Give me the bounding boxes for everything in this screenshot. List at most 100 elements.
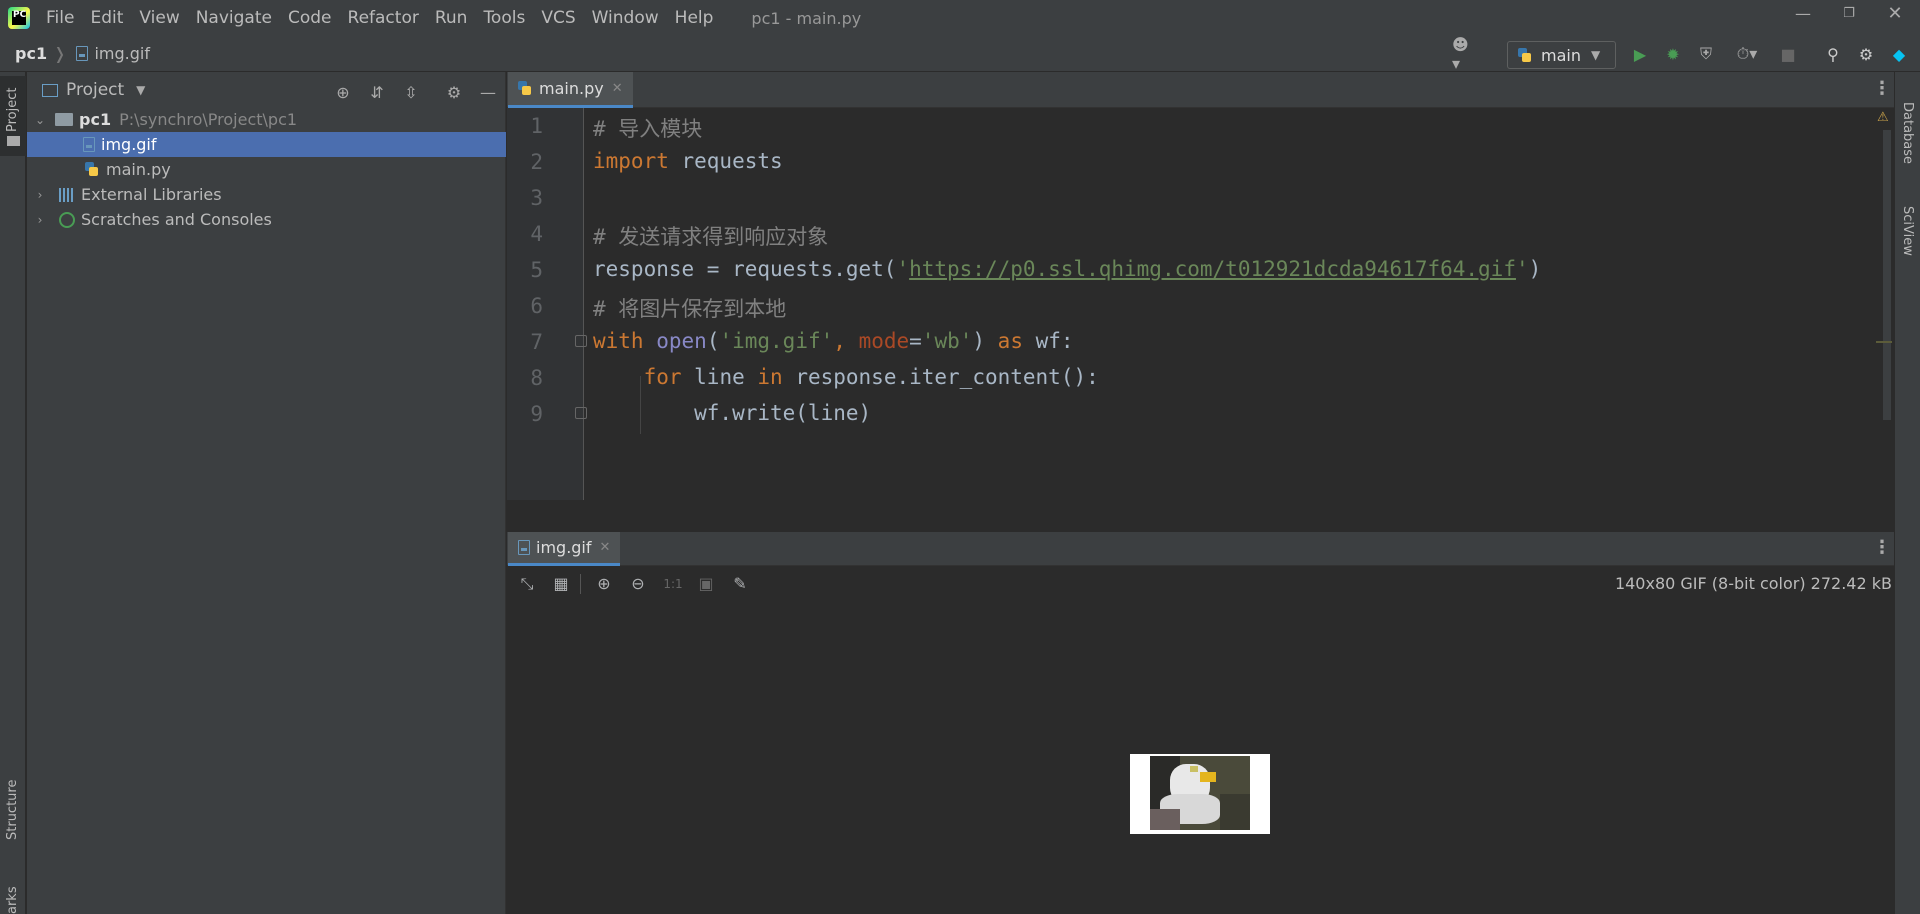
pycharm-logo-icon: PC bbox=[8, 7, 30, 29]
indent-guide bbox=[640, 376, 641, 434]
database-tool-label[interactable]: Database bbox=[1900, 102, 1915, 164]
menu-item-tools[interactable]: Tools bbox=[475, 0, 533, 36]
eagle-eye bbox=[1190, 766, 1198, 772]
chevron-right-icon[interactable]: › bbox=[33, 188, 47, 202]
editor-scrollbar[interactable] bbox=[1883, 130, 1891, 420]
settings-gear-icon[interactable]: ⚙ bbox=[444, 82, 464, 102]
minimize-icon[interactable]: — bbox=[1780, 0, 1826, 30]
code-token: = bbox=[909, 329, 922, 353]
menu-item-navigate[interactable]: Navigate bbox=[188, 0, 280, 36]
actual-size-button[interactable]: 1:1 bbox=[660, 574, 686, 594]
color-picker-icon[interactable]: ✎ bbox=[730, 574, 750, 594]
editor-tab-bar bbox=[507, 72, 1894, 108]
run-configuration-select[interactable]: main ▼ bbox=[1507, 41, 1616, 69]
menu-item-edit[interactable]: Edit bbox=[82, 0, 131, 36]
code-token: # 导入模块 bbox=[593, 117, 703, 141]
code-token: response.iter_content(): bbox=[782, 365, 1099, 389]
more-options-icon[interactable]: ⋮ bbox=[1873, 78, 1891, 99]
profile-icon[interactable]: ⏱▾ bbox=[1730, 44, 1764, 64]
code-token: 'wb' bbox=[921, 329, 973, 353]
menu-item-refactor[interactable]: Refactor bbox=[340, 0, 427, 36]
code-token: line bbox=[681, 365, 758, 389]
menu-item-vcs[interactable]: VCS bbox=[533, 0, 583, 36]
image-info: 140x80 GIF (8-bit color) 272.42 kB bbox=[1614, 574, 1892, 593]
coverage-icon[interactable]: ⛨ bbox=[1696, 44, 1716, 64]
line-number: 8 bbox=[530, 366, 543, 390]
tab-main-py[interactable]: main.py ✕ bbox=[508, 72, 633, 108]
background-icon[interactable]: ▣ bbox=[696, 574, 716, 594]
gif-preview-image bbox=[1130, 754, 1270, 834]
close-tab-icon[interactable]: ✕ bbox=[612, 81, 623, 96]
code-token: wf: bbox=[1022, 329, 1074, 353]
locate-file-icon[interactable]: ⊕ bbox=[333, 82, 353, 102]
project-panel-title[interactable]: Project bbox=[66, 80, 124, 100]
menu-item-window[interactable]: Window bbox=[584, 0, 667, 36]
scrollbar-marker bbox=[1876, 341, 1892, 343]
jetbrains-toolbox-icon[interactable]: ◆ bbox=[1889, 44, 1909, 64]
code-line: import requests bbox=[593, 149, 783, 173]
toolbar-separator bbox=[580, 574, 581, 594]
tree-item-path: P:\synchro\Project\pc1 bbox=[119, 110, 298, 129]
chevron-down-icon[interactable]: ⌄ bbox=[33, 113, 47, 127]
zoom-out-icon[interactable]: ⊖ bbox=[628, 574, 648, 594]
tree-item-label: External Libraries bbox=[81, 185, 222, 204]
tab-label: main.py bbox=[539, 79, 604, 98]
tree-item-external-libraries[interactable]: › External Libraries bbox=[27, 182, 506, 207]
code-token[interactable]: https://p0.ssl.qhimg.com/t012921dcda9461… bbox=[909, 257, 1516, 281]
menu-item-file[interactable]: File bbox=[38, 0, 82, 36]
chevron-right-icon[interactable]: › bbox=[33, 213, 47, 227]
collapse-all-icon[interactable]: ⇳ bbox=[401, 82, 421, 102]
gif-file-icon bbox=[76, 46, 89, 61]
gif-file-icon bbox=[83, 137, 95, 152]
expand-all-icon[interactable]: ⇵ bbox=[367, 82, 387, 102]
menu-item-view[interactable]: View bbox=[131, 0, 187, 36]
tree-item-project-root[interactable]: ⌄ pc1 P:\synchro\Project\pc1 bbox=[27, 107, 506, 132]
tree-item-img-gif[interactable]: img.gif bbox=[27, 132, 506, 157]
eagle-beak bbox=[1200, 772, 1216, 782]
breadcrumb: pc1 ❭ img.gif bbox=[15, 44, 150, 63]
code-token: ( bbox=[706, 329, 720, 353]
menu-item-code[interactable]: Code bbox=[280, 0, 340, 36]
menu-item-run[interactable]: Run bbox=[427, 0, 476, 36]
code-token: with bbox=[593, 329, 644, 353]
run-icon[interactable]: ▶ bbox=[1630, 44, 1650, 64]
grid-icon[interactable]: ▦ bbox=[551, 574, 571, 594]
hide-panel-icon[interactable]: — bbox=[478, 82, 498, 102]
warning-icon[interactable]: ⚠ bbox=[1877, 110, 1889, 125]
stop-icon[interactable]: ■ bbox=[1778, 44, 1798, 64]
breadcrumb-file[interactable]: img.gif bbox=[94, 44, 150, 63]
bookmarks-tool-label[interactable]: arks bbox=[5, 886, 20, 914]
sciview-tool-label[interactable]: SciView bbox=[1900, 206, 1915, 256]
search-icon[interactable]: ⚲ bbox=[1823, 44, 1843, 64]
fold-icon[interactable] bbox=[575, 407, 587, 419]
line-number: 2 bbox=[530, 150, 543, 174]
code-token: wf.write(line) bbox=[593, 401, 872, 425]
project-tool-label[interactable]: Project bbox=[5, 88, 20, 132]
gif-file-icon bbox=[518, 540, 530, 555]
structure-tool-label[interactable]: Structure bbox=[5, 780, 20, 840]
close-tab-icon[interactable]: ✕ bbox=[600, 540, 611, 555]
tab-img-gif[interactable]: img.gif ✕ bbox=[508, 532, 621, 566]
user-icon[interactable]: ☻▾ bbox=[1452, 35, 1472, 73]
python-file-icon bbox=[518, 81, 531, 96]
more-options-icon[interactable]: ⋮ bbox=[1873, 537, 1891, 558]
breadcrumb-project[interactable]: pc1 bbox=[15, 44, 47, 63]
code-token: ) bbox=[1528, 257, 1542, 281]
close-icon[interactable]: ✕ bbox=[1872, 0, 1918, 30]
code-line: # 发送请求得到响应对象 bbox=[593, 221, 828, 251]
tree-item-main-py[interactable]: main.py bbox=[27, 157, 506, 182]
settings-gear-icon[interactable]: ⚙ bbox=[1856, 44, 1876, 64]
debug-icon[interactable]: ✹ bbox=[1663, 44, 1683, 64]
line-number: 1 bbox=[530, 114, 543, 138]
restore-icon[interactable]: ❐ bbox=[1826, 0, 1872, 30]
menu-item-help[interactable]: Help bbox=[667, 0, 722, 36]
title-bar: PC File Edit View Navigate Code Refactor Run To… bbox=[0, 0, 1920, 36]
line-number: 3 bbox=[530, 186, 543, 210]
fit-zoom-icon[interactable]: ⤡ bbox=[517, 574, 537, 594]
chevron-down-icon[interactable]: ▼ bbox=[136, 83, 145, 97]
zoom-in-icon[interactable]: ⊕ bbox=[594, 574, 614, 594]
tree-item-scratches[interactable]: › Scratches and Consoles bbox=[27, 207, 506, 232]
fold-icon[interactable] bbox=[575, 335, 587, 347]
